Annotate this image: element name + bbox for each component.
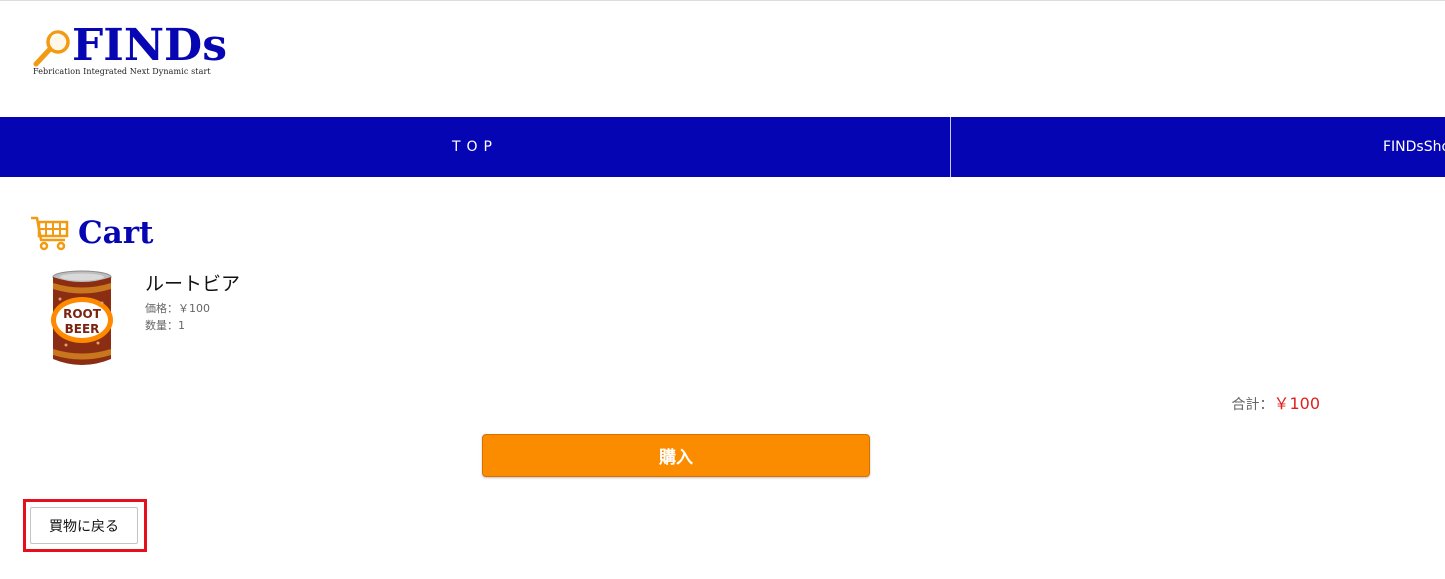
root-beer-can-image: ROOT BEER bbox=[51, 270, 113, 365]
cart-title: Cart bbox=[78, 215, 154, 251]
page: FINDs Febrication Integrated Next Dynami… bbox=[0, 0, 1445, 579]
logo-tagline: Febrication Integrated Next Dynamic star… bbox=[33, 67, 211, 76]
logo-wordmark: FINDs bbox=[72, 20, 227, 71]
back-to-shopping-button[interactable]: 買物に戻る bbox=[30, 507, 138, 544]
can-label-line2: BEER bbox=[65, 322, 100, 336]
cart-heading: Cart bbox=[30, 211, 153, 255]
nav-item-top[interactable]: TOP bbox=[0, 117, 951, 177]
can-label-line1: ROOT bbox=[63, 307, 102, 321]
site-logo[interactable]: FINDs Febrication Integrated Next Dynami… bbox=[32, 20, 242, 83]
total-value: ￥100 bbox=[1273, 394, 1320, 413]
purchase-button[interactable]: 購入 bbox=[482, 434, 870, 477]
cart-item-price: 価格：￥100 bbox=[145, 302, 210, 315]
main-nav: TOP FINDsShop bbox=[0, 117, 1445, 177]
cart-item-name: ルートビア bbox=[145, 273, 241, 295]
nav-item-findsshop[interactable]: FINDsShop bbox=[951, 117, 1445, 177]
shopping-cart-icon bbox=[31, 216, 69, 251]
cart-total: 合計：￥100 bbox=[1231, 390, 1320, 414]
magnifier-icon bbox=[33, 30, 70, 67]
total-label: 合計： bbox=[1231, 397, 1274, 413]
cart-item-quantity: 数量：1 bbox=[145, 319, 185, 332]
